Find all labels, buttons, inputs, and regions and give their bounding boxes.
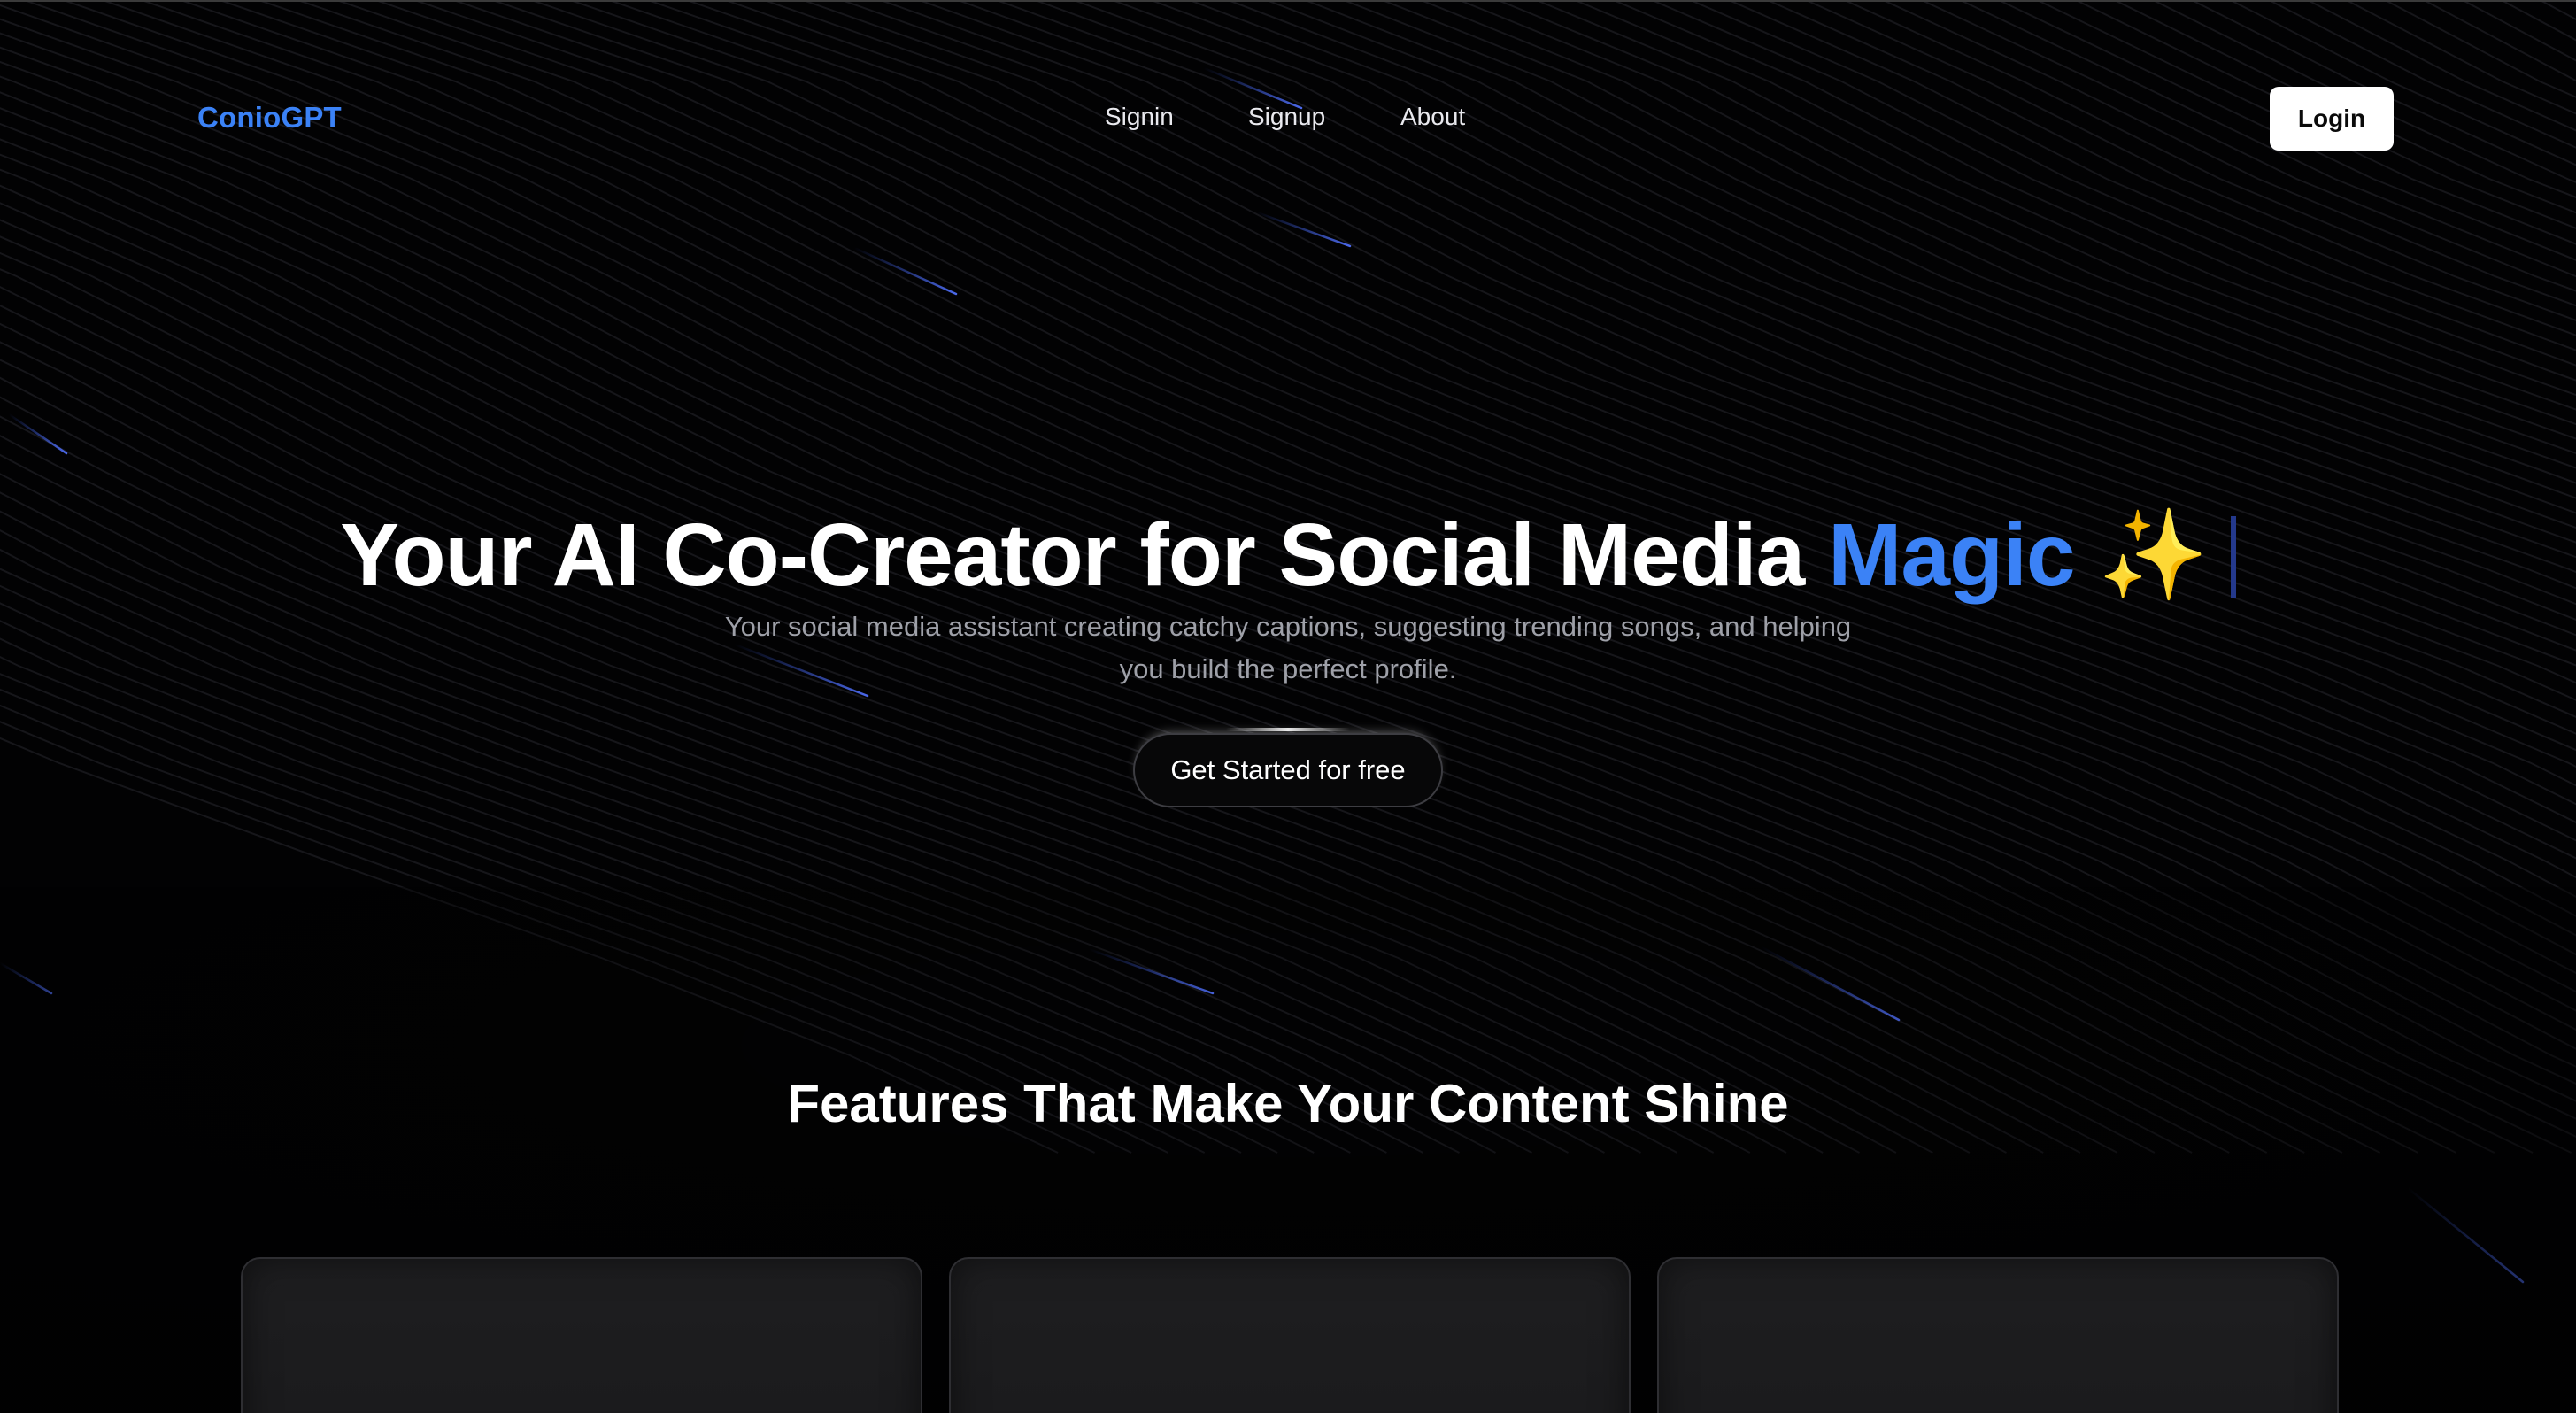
brand-logo[interactable]: ConioGPT: [197, 101, 342, 135]
sparkles-icon: ✨: [2074, 506, 2209, 605]
feature-card: [1657, 1257, 2339, 1413]
get-started-button[interactable]: Get Started for free: [1133, 733, 1443, 807]
meteor-streak: [852, 246, 958, 296]
hero-subtitle: Your social media assistant creating cat…: [724, 611, 1852, 684]
features-heading: Features That Make Your Content Shine: [787, 1074, 1789, 1133]
feature-card: [241, 1257, 922, 1413]
top-navigation: ConioGPT Signin Signup About Login: [0, 2, 2576, 241]
nav-link-signin[interactable]: Signin: [1105, 103, 1174, 131]
feature-card: [949, 1257, 1631, 1413]
cta-glow: [1226, 728, 1350, 731]
nav-link-about[interactable]: About: [1400, 103, 1465, 131]
typing-cursor: [2230, 515, 2236, 598]
headline-text: Your AI Co-Creator for Social Media: [340, 506, 1829, 605]
landing-page: ConioGPT Signin Signup About Login Your …: [0, 0, 2576, 1413]
headline-accent-word: Magic: [1828, 506, 2075, 605]
login-button[interactable]: Login: [2270, 87, 2394, 151]
nav-link-signup[interactable]: Signup: [1248, 103, 1325, 131]
meteor-streak: [7, 413, 68, 455]
